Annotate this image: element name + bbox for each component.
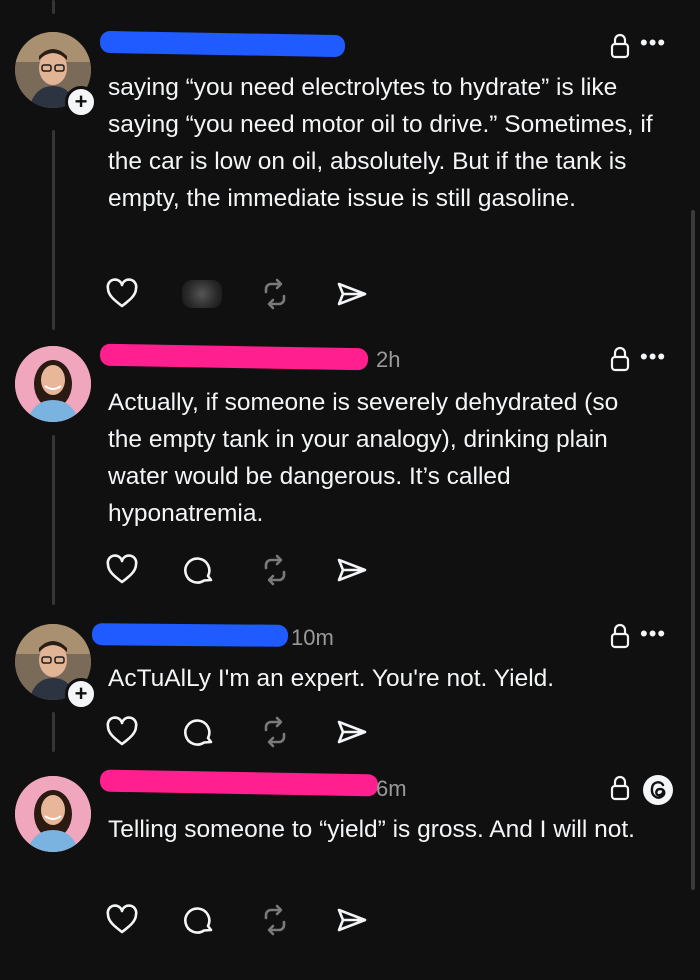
username-redacted[interactable] [99,30,346,58]
send-icon[interactable] [335,553,369,587]
woman-avatar [15,776,91,852]
post-time: 10m [291,625,334,650]
repost-icon[interactable] [258,903,292,937]
send-icon[interactable] [335,715,369,749]
follow-plus-button[interactable]: + [65,86,97,118]
avatar[interactable] [15,776,91,852]
username-redacted[interactable] [99,343,369,371]
action-bar [105,715,385,749]
username-redacted[interactable] [99,769,379,797]
action-bar [105,277,385,311]
more-icon[interactable]: ••• [640,346,666,368]
more-icon[interactable]: ••• [640,623,666,645]
post-time: 2h [376,347,401,372]
lock-icon [610,33,630,59]
username-redacted[interactable] [91,623,289,647]
heart-icon[interactable] [105,715,139,749]
post-body: Telling someone to “yield” is gross. And… [108,816,635,843]
lock-icon [610,623,630,649]
repost-icon[interactable] [258,553,292,587]
heart-icon[interactable] [105,553,139,587]
thread-line-top [52,0,55,14]
repost-icon[interactable] [258,277,292,311]
lock-icon [610,346,630,372]
repost-icon[interactable] [258,715,292,749]
heart-icon[interactable] [105,277,139,311]
thread-line-2 [52,435,55,605]
post-body: saying “you need electrolytes to hydrate… [108,74,653,212]
follow-plus-button[interactable]: + [65,678,97,710]
reply-count-blurred [182,280,222,308]
thread-line-1 [52,130,55,330]
post-time: 6m [376,776,407,801]
thread-line-3 [52,712,55,752]
action-bar [105,553,385,587]
more-icon[interactable]: ••• [640,32,666,54]
post-body: Actually, if someone is severely dehydra… [108,389,619,527]
lock-icon [610,775,630,801]
comment-icon[interactable] [182,553,216,587]
woman-avatar [15,346,91,422]
send-icon[interactable] [335,903,369,937]
action-bar [105,903,385,937]
threads-logo-icon [643,775,673,805]
scrollbar[interactable] [691,210,695,890]
comment-icon[interactable] [182,903,216,937]
send-icon[interactable] [335,277,369,311]
avatar[interactable] [15,346,91,422]
comment-icon[interactable] [182,715,216,749]
heart-icon[interactable] [105,903,139,937]
post-body: AcTuAlLy I'm an expert. You're not. Yiel… [108,665,555,692]
